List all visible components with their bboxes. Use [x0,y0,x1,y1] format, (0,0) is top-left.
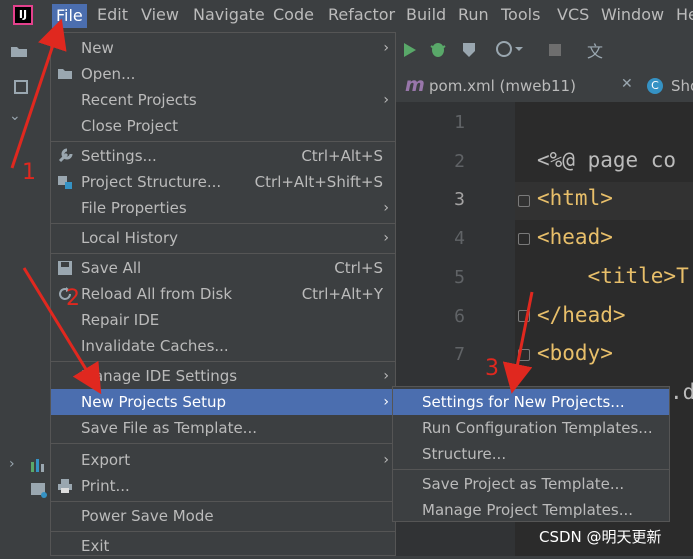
annotation-number-3: 3 [485,356,499,381]
annotation-number-2: 2 [66,286,80,311]
annotation-arrow-2 [22,267,102,395]
annotation-arrow-3 [502,291,534,394]
annotation-arrow-1 [10,18,67,169]
annotation-number-1: 1 [22,160,36,185]
watermark: CSDN @明天更新 [539,528,662,546]
annotation-arrows [10,18,534,395]
